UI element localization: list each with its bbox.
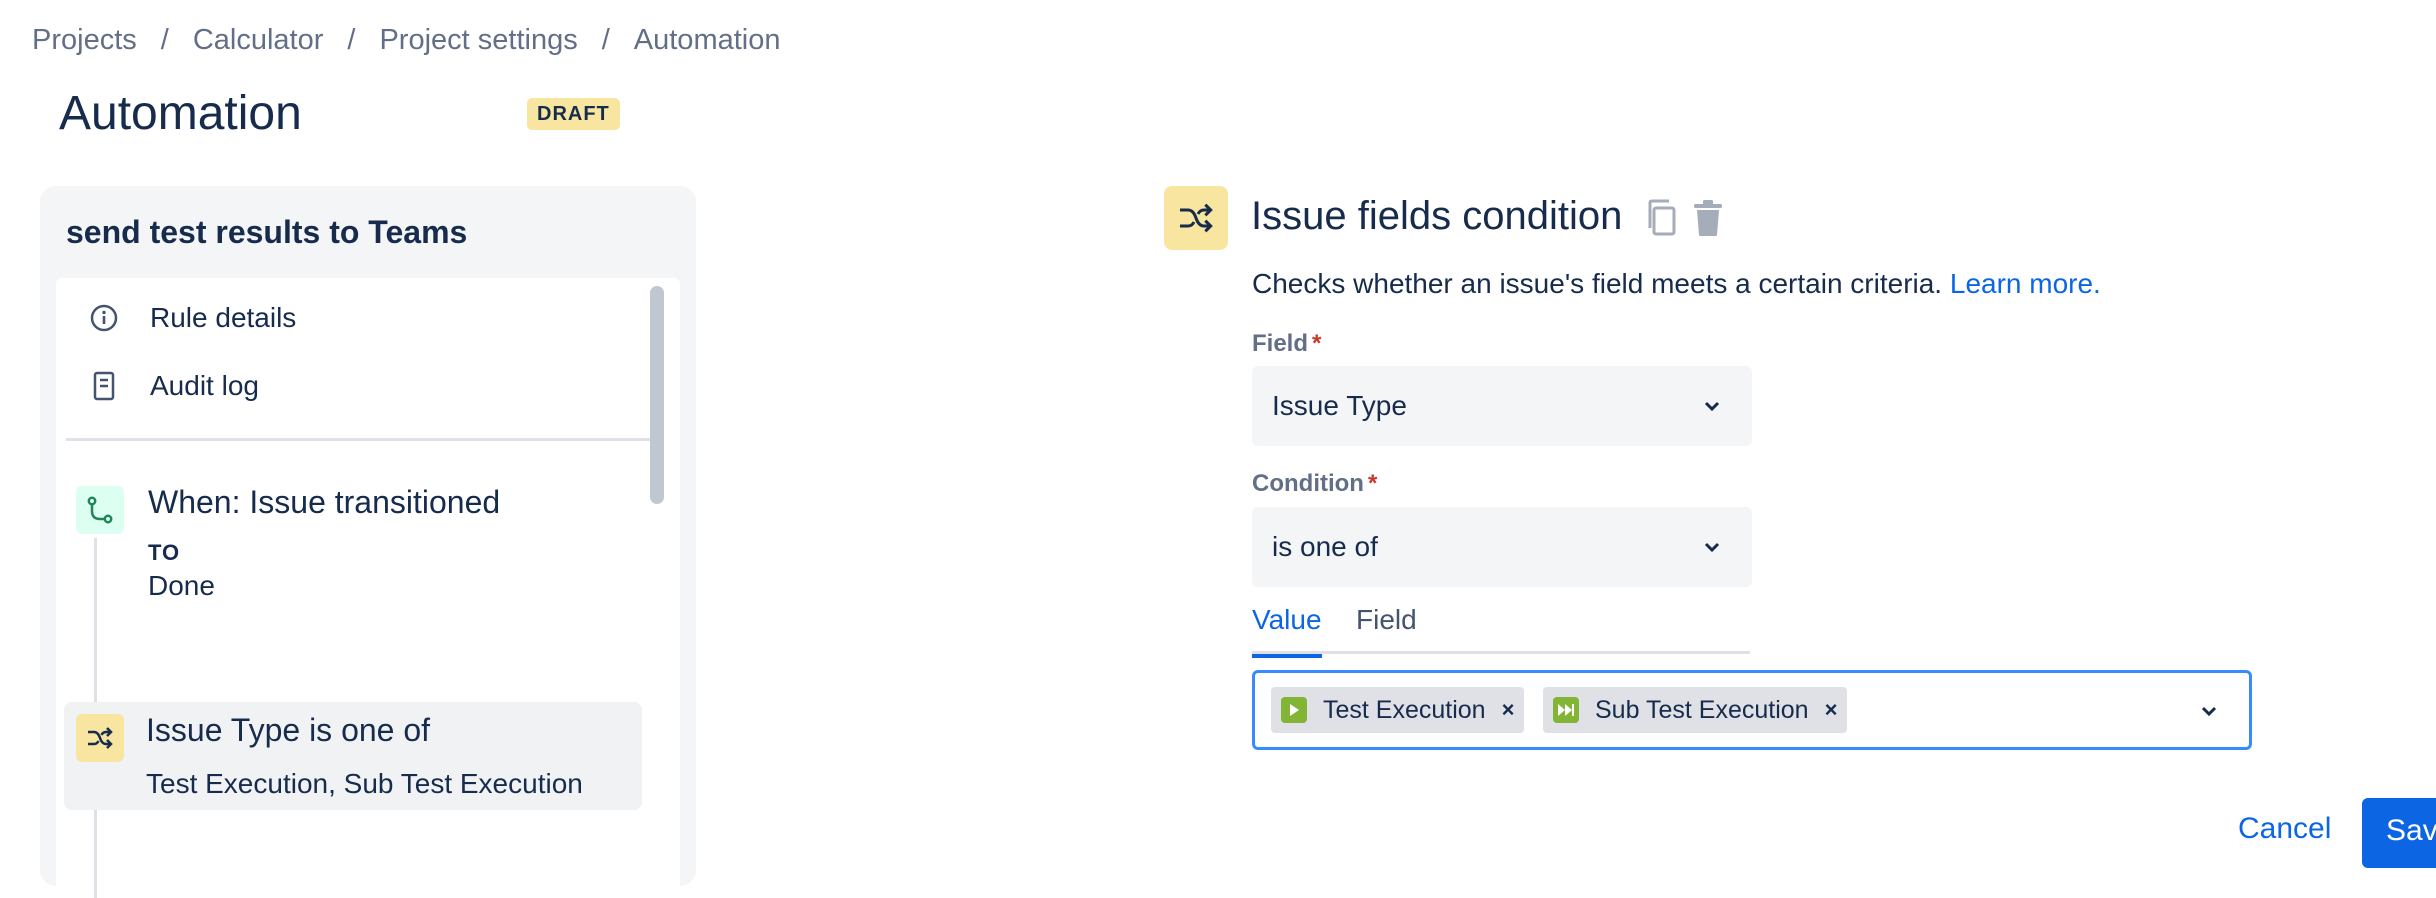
breadcrumb-separator: / [601, 24, 610, 56]
breadcrumb: Projects / Calculator / Project settings… [32, 24, 780, 57]
breadcrumb-separator: / [160, 24, 169, 56]
copy-icon[interactable] [1642, 196, 1682, 240]
detail-title: Issue fields condition [1251, 194, 1623, 238]
menu-item-label: Audit log [150, 370, 259, 401]
rule-component-list: Rule details Audit log When: Issue trans… [56, 278, 680, 898]
trigger-title: When: Issue transitioned [148, 484, 501, 520]
value-field-tabs: Value Field [1252, 600, 1750, 658]
rule-panel: send test results to Teams Rule details … [40, 186, 696, 898]
trigger-card[interactable]: When: Issue transitioned TO Done [66, 474, 644, 634]
info-icon [84, 298, 124, 338]
tab-field[interactable]: Field [1356, 604, 1417, 636]
condition-select-value: is one of [1272, 531, 1378, 562]
condition-label-text: Condition [1252, 470, 1364, 497]
condition-label: Condition * [1252, 470, 1377, 498]
breadcrumb-separator: / [347, 24, 356, 56]
breadcrumb-calculator[interactable]: Calculator [193, 24, 324, 57]
learn-more-link[interactable]: Learn more. [1950, 268, 2101, 299]
chevron-down-icon[interactable] [2197, 699, 2221, 723]
field-select-value: Issue Type [1272, 390, 1407, 421]
required-marker: * [1367, 470, 1378, 497]
required-marker: * [1312, 330, 1322, 357]
status-badge: DRAFT [527, 98, 620, 130]
field-select[interactable]: Issue Type [1252, 366, 1752, 446]
tab-value[interactable]: Value [1252, 604, 1322, 658]
value-multi-select[interactable]: Test Execution × Sub Test Execution × [1252, 670, 2252, 750]
trash-icon[interactable] [1688, 196, 1728, 240]
menu-item-label: Rule details [150, 302, 297, 333]
breadcrumb-automation[interactable]: Automation [634, 24, 781, 57]
remove-chip-button[interactable]: × [1825, 697, 1838, 723]
scrollbar-thumb[interactable] [650, 286, 664, 504]
shuffle-icon [76, 714, 124, 762]
trigger-sub-label: TO [148, 540, 181, 565]
condition-select[interactable]: is one of [1252, 507, 1752, 587]
chip-label: Test Execution [1323, 695, 1486, 724]
play-icon [1281, 697, 1307, 723]
transition-icon [76, 486, 124, 534]
chevron-down-icon [1700, 394, 1724, 418]
document-icon [84, 366, 124, 406]
chevron-down-icon [1700, 535, 1724, 559]
page-title: Automation [59, 87, 302, 140]
breadcrumb-project-settings[interactable]: Project settings [379, 24, 577, 57]
trigger-value: Done [148, 570, 215, 601]
divider [66, 438, 654, 441]
condition-card[interactable]: Issue Type is one of Test Execution, Sub… [64, 702, 642, 810]
chip-label: Sub Test Execution [1595, 695, 1809, 724]
description-text: Checks whether an issue's field meets a … [1252, 268, 1943, 299]
condition-title: Issue Type is one of [146, 712, 431, 748]
rule-name: send test results to Teams [66, 214, 468, 250]
field-label-text: Field [1252, 330, 1309, 357]
value-chip: Test Execution × [1271, 687, 1525, 733]
menu-item-rule-details[interactable]: Rule details [70, 290, 630, 346]
condition-summary: Test Execution, Sub Test Execution [146, 768, 583, 799]
shuffle-icon [1164, 186, 1228, 250]
cancel-button[interactable]: Cancel [2238, 812, 2331, 846]
value-chip: Sub Test Execution × [1543, 687, 1848, 733]
field-label: Field * [1252, 330, 1321, 358]
detail-description: Checks whether an issue's field meets a … [1252, 268, 2101, 300]
remove-chip-button[interactable]: × [1502, 697, 1515, 723]
menu-item-audit-log[interactable]: Audit log [70, 358, 630, 414]
fast-forward-icon [1553, 697, 1579, 723]
breadcrumb-projects[interactable]: Projects [32, 24, 137, 57]
